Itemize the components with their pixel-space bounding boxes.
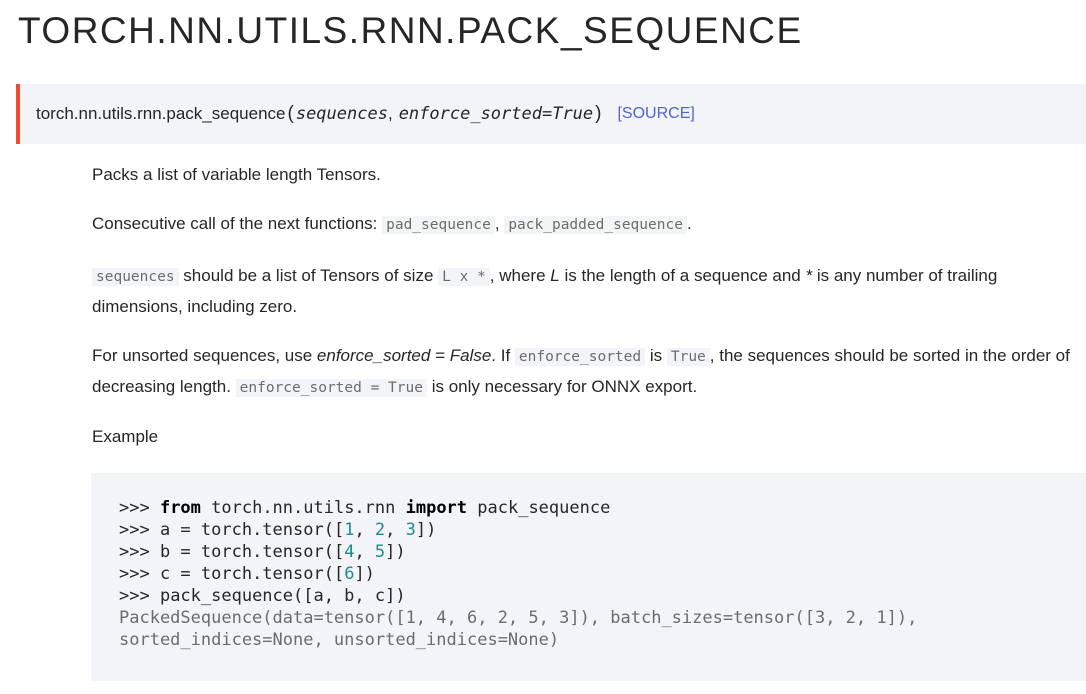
p4-em-enforce-sorted-false: enforce_sorted = False [316, 346, 492, 365]
p2-text: Consecutive call of the next functions: [92, 214, 383, 233]
size-code: L x * [438, 268, 490, 286]
signature-separator: , [387, 104, 393, 123]
enforce-sorted-code: enforce_sorted [514, 348, 646, 366]
p2-sep: , [494, 214, 505, 233]
code-line-2: >>> a = torch.tensor([1, 2, 3]) [119, 520, 437, 540]
source-link[interactable]: [SOURCE] [617, 105, 694, 123]
signature-open-paren: ( [287, 103, 294, 124]
code-line-1: >>> from torch.nn.utils.rnn import pack_… [119, 498, 611, 518]
description-consecutive-calls: Consecutive call of the next functions: … [92, 209, 692, 240]
p2-end: . [686, 214, 692, 233]
p4-text2: . If [491, 346, 515, 365]
description-enforce-sorted: For unsorted sequences, use enforce_sort… [92, 341, 1072, 403]
signature-param-enforce-sorted: enforce_sorted=True [398, 104, 594, 124]
p3-text1: should be a list of Tensors of size [178, 266, 439, 285]
page-title: TORCH.NN.UTILS.RNN.PACK_SEQUENCE [18, 10, 803, 51]
example-code-block[interactable]: >>> from torch.nn.utils.rnn import pack_… [91, 473, 1086, 681]
code-line-3: >>> b = torch.tensor([4, 5]) [119, 542, 406, 562]
signature-close-paren: ) [595, 103, 602, 124]
example-heading: Example [92, 427, 159, 446]
p3-text3: is the length of a sequence and [559, 266, 806, 285]
pad-sequence-link[interactable]: pad_sequence [382, 216, 495, 234]
signature-param-sequences: sequences [295, 104, 388, 124]
description-sequences-param: sequences should be a list of Tensors of… [92, 261, 1072, 322]
code-output-line-2: sorted_indices=None, unsorted_indices=No… [119, 630, 560, 650]
true-code: True [666, 348, 710, 366]
sequences-code: sequences [92, 268, 179, 286]
code-line-5: >>> pack_sequence([a, b, c]) [119, 586, 406, 606]
enforce-sorted-true-code: enforce_sorted = True [235, 379, 427, 397]
description-summary: Packs a list of variable length Tensors. [92, 165, 381, 184]
p4-text1: For unsorted sequences, use [92, 346, 317, 365]
pack-padded-sequence-link[interactable]: pack_padded_sequence [504, 216, 687, 234]
code-line-4: >>> c = torch.tensor([6]) [119, 564, 375, 584]
p4-text3: is [645, 346, 667, 365]
code-output-line-1: PackedSequence(data=tensor([1, 4, 6, 2, … [119, 608, 918, 628]
function-signature: torch.nn.utils.rnn.pack_sequence ( seque… [16, 84, 1086, 144]
p4-text5: is only necessary for ONNX export. [426, 377, 698, 396]
p3-text2: , where [489, 266, 551, 285]
p3-em-l: L [550, 266, 560, 285]
signature-function-name: torch.nn.utils.rnn.pack_sequence [36, 104, 286, 123]
